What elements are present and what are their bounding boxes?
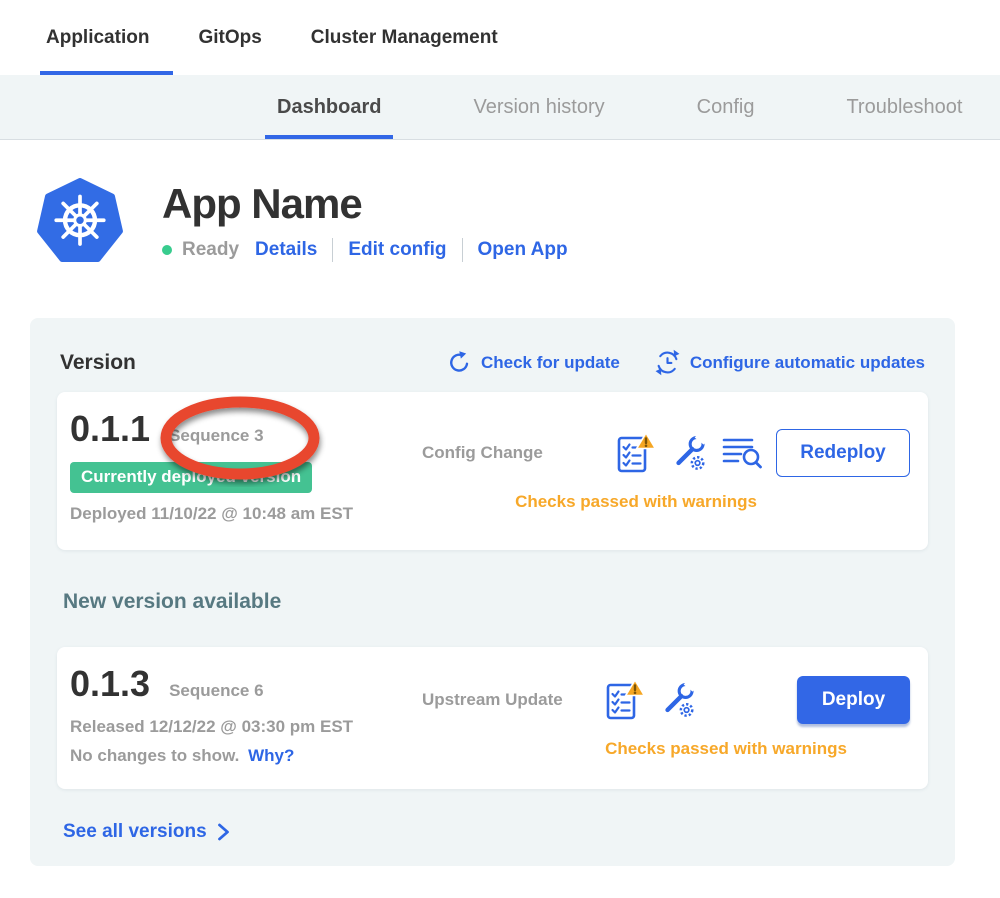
status-dot — [162, 245, 172, 255]
top-nav-item-gitops[interactable]: GitOps — [198, 0, 261, 75]
redeploy-button[interactable]: Redeploy — [776, 429, 910, 477]
version-action-icons — [591, 679, 697, 721]
app-status-row: Ready Details Edit config Open App — [162, 238, 568, 262]
edit-config-wrench-icon[interactable] — [659, 680, 697, 720]
check-for-update-link[interactable]: Check for update — [447, 350, 620, 375]
app-tab-bar: Dashboard Version history Config Trouble… — [0, 75, 1000, 140]
deploy-button[interactable]: Deploy — [797, 676, 910, 724]
version-panel: Version Check for update Configure autom… — [30, 318, 955, 866]
tab-version-history[interactable]: Version history — [473, 75, 604, 139]
see-all-versions-link[interactable]: See all versions — [63, 821, 230, 843]
currently-deployed-badge: Currently deployed version — [70, 462, 312, 493]
kubernetes-logo-icon — [36, 178, 124, 266]
version-action-icons — [602, 432, 762, 474]
deployed-timestamp: Deployed 11/10/22 @ 10:48 am EST — [70, 504, 422, 524]
new-version-actions: Upstream Update — [422, 663, 910, 771]
clock-refresh-icon — [654, 349, 681, 376]
tab-config[interactable]: Config — [697, 75, 755, 139]
version-source-label: Config Change — [422, 443, 543, 463]
no-changes-row: No changes to show. Why? — [70, 746, 422, 766]
tab-dashboard[interactable]: Dashboard — [277, 75, 381, 139]
see-all-versions-label: See all versions — [63, 821, 207, 843]
checks-status-text[interactable]: Checks passed with warnings — [422, 492, 910, 512]
current-version-number: 0.1.1 — [70, 408, 150, 449]
tab-troubleshoot[interactable]: Troubleshoot — [846, 75, 962, 139]
page-title: App Name — [162, 180, 568, 228]
top-nav-item-cluster-management[interactable]: Cluster Management — [311, 0, 498, 75]
details-link[interactable]: Details — [255, 239, 317, 261]
version-panel-actions: Check for update Configure automatic upd… — [447, 349, 925, 376]
released-timestamp: Released 12/12/22 @ 03:30 pm EST — [70, 717, 422, 737]
chevron-right-icon — [217, 822, 230, 842]
preflight-checks-warning-icon[interactable] — [616, 432, 656, 474]
view-files-diff-icon[interactable] — [722, 436, 762, 470]
new-version-sequence: Sequence 6 — [169, 681, 264, 701]
current-version-info: 0.1.1 Sequence 3 Currently deployed vers… — [70, 408, 422, 532]
new-version-info: 0.1.3 Sequence 6 Released 12/12/22 @ 03:… — [70, 663, 422, 771]
version-panel-title: Version — [60, 351, 136, 375]
version-panel-header: Version Check for update Configure autom… — [30, 318, 955, 376]
refresh-icon — [447, 350, 472, 375]
divider — [462, 238, 463, 262]
configure-automatic-updates-link[interactable]: Configure automatic updates — [654, 349, 925, 376]
current-version-actions: Config Change — [422, 408, 910, 532]
open-app-link[interactable]: Open App — [478, 239, 568, 261]
check-for-update-label: Check for update — [481, 353, 620, 373]
status-text: Ready — [182, 239, 239, 261]
edit-config-wrench-icon[interactable] — [670, 433, 708, 473]
configure-automatic-updates-label: Configure automatic updates — [690, 353, 925, 373]
edit-config-link[interactable]: Edit config — [348, 239, 446, 261]
divider — [332, 238, 333, 262]
top-nav: Application GitOps Cluster Management — [0, 0, 1000, 75]
current-version-card: 0.1.1 Sequence 3 Currently deployed vers… — [57, 392, 928, 550]
app-header: App Name Ready Details Edit config Open … — [36, 178, 1000, 266]
current-version-sequence: Sequence 3 — [169, 426, 264, 446]
preflight-checks-warning-icon[interactable] — [605, 679, 645, 721]
version-source-label: Upstream Update — [422, 690, 563, 710]
new-version-number: 0.1.3 — [70, 663, 150, 704]
checks-status-text[interactable]: Checks passed with warnings — [422, 739, 910, 759]
no-changes-text: No changes to show. — [70, 746, 239, 765]
why-link[interactable]: Why? — [248, 746, 294, 765]
new-version-heading: New version available — [63, 590, 955, 614]
new-version-card: 0.1.3 Sequence 6 Released 12/12/22 @ 03:… — [57, 647, 928, 789]
top-nav-item-application[interactable]: Application — [46, 0, 149, 75]
